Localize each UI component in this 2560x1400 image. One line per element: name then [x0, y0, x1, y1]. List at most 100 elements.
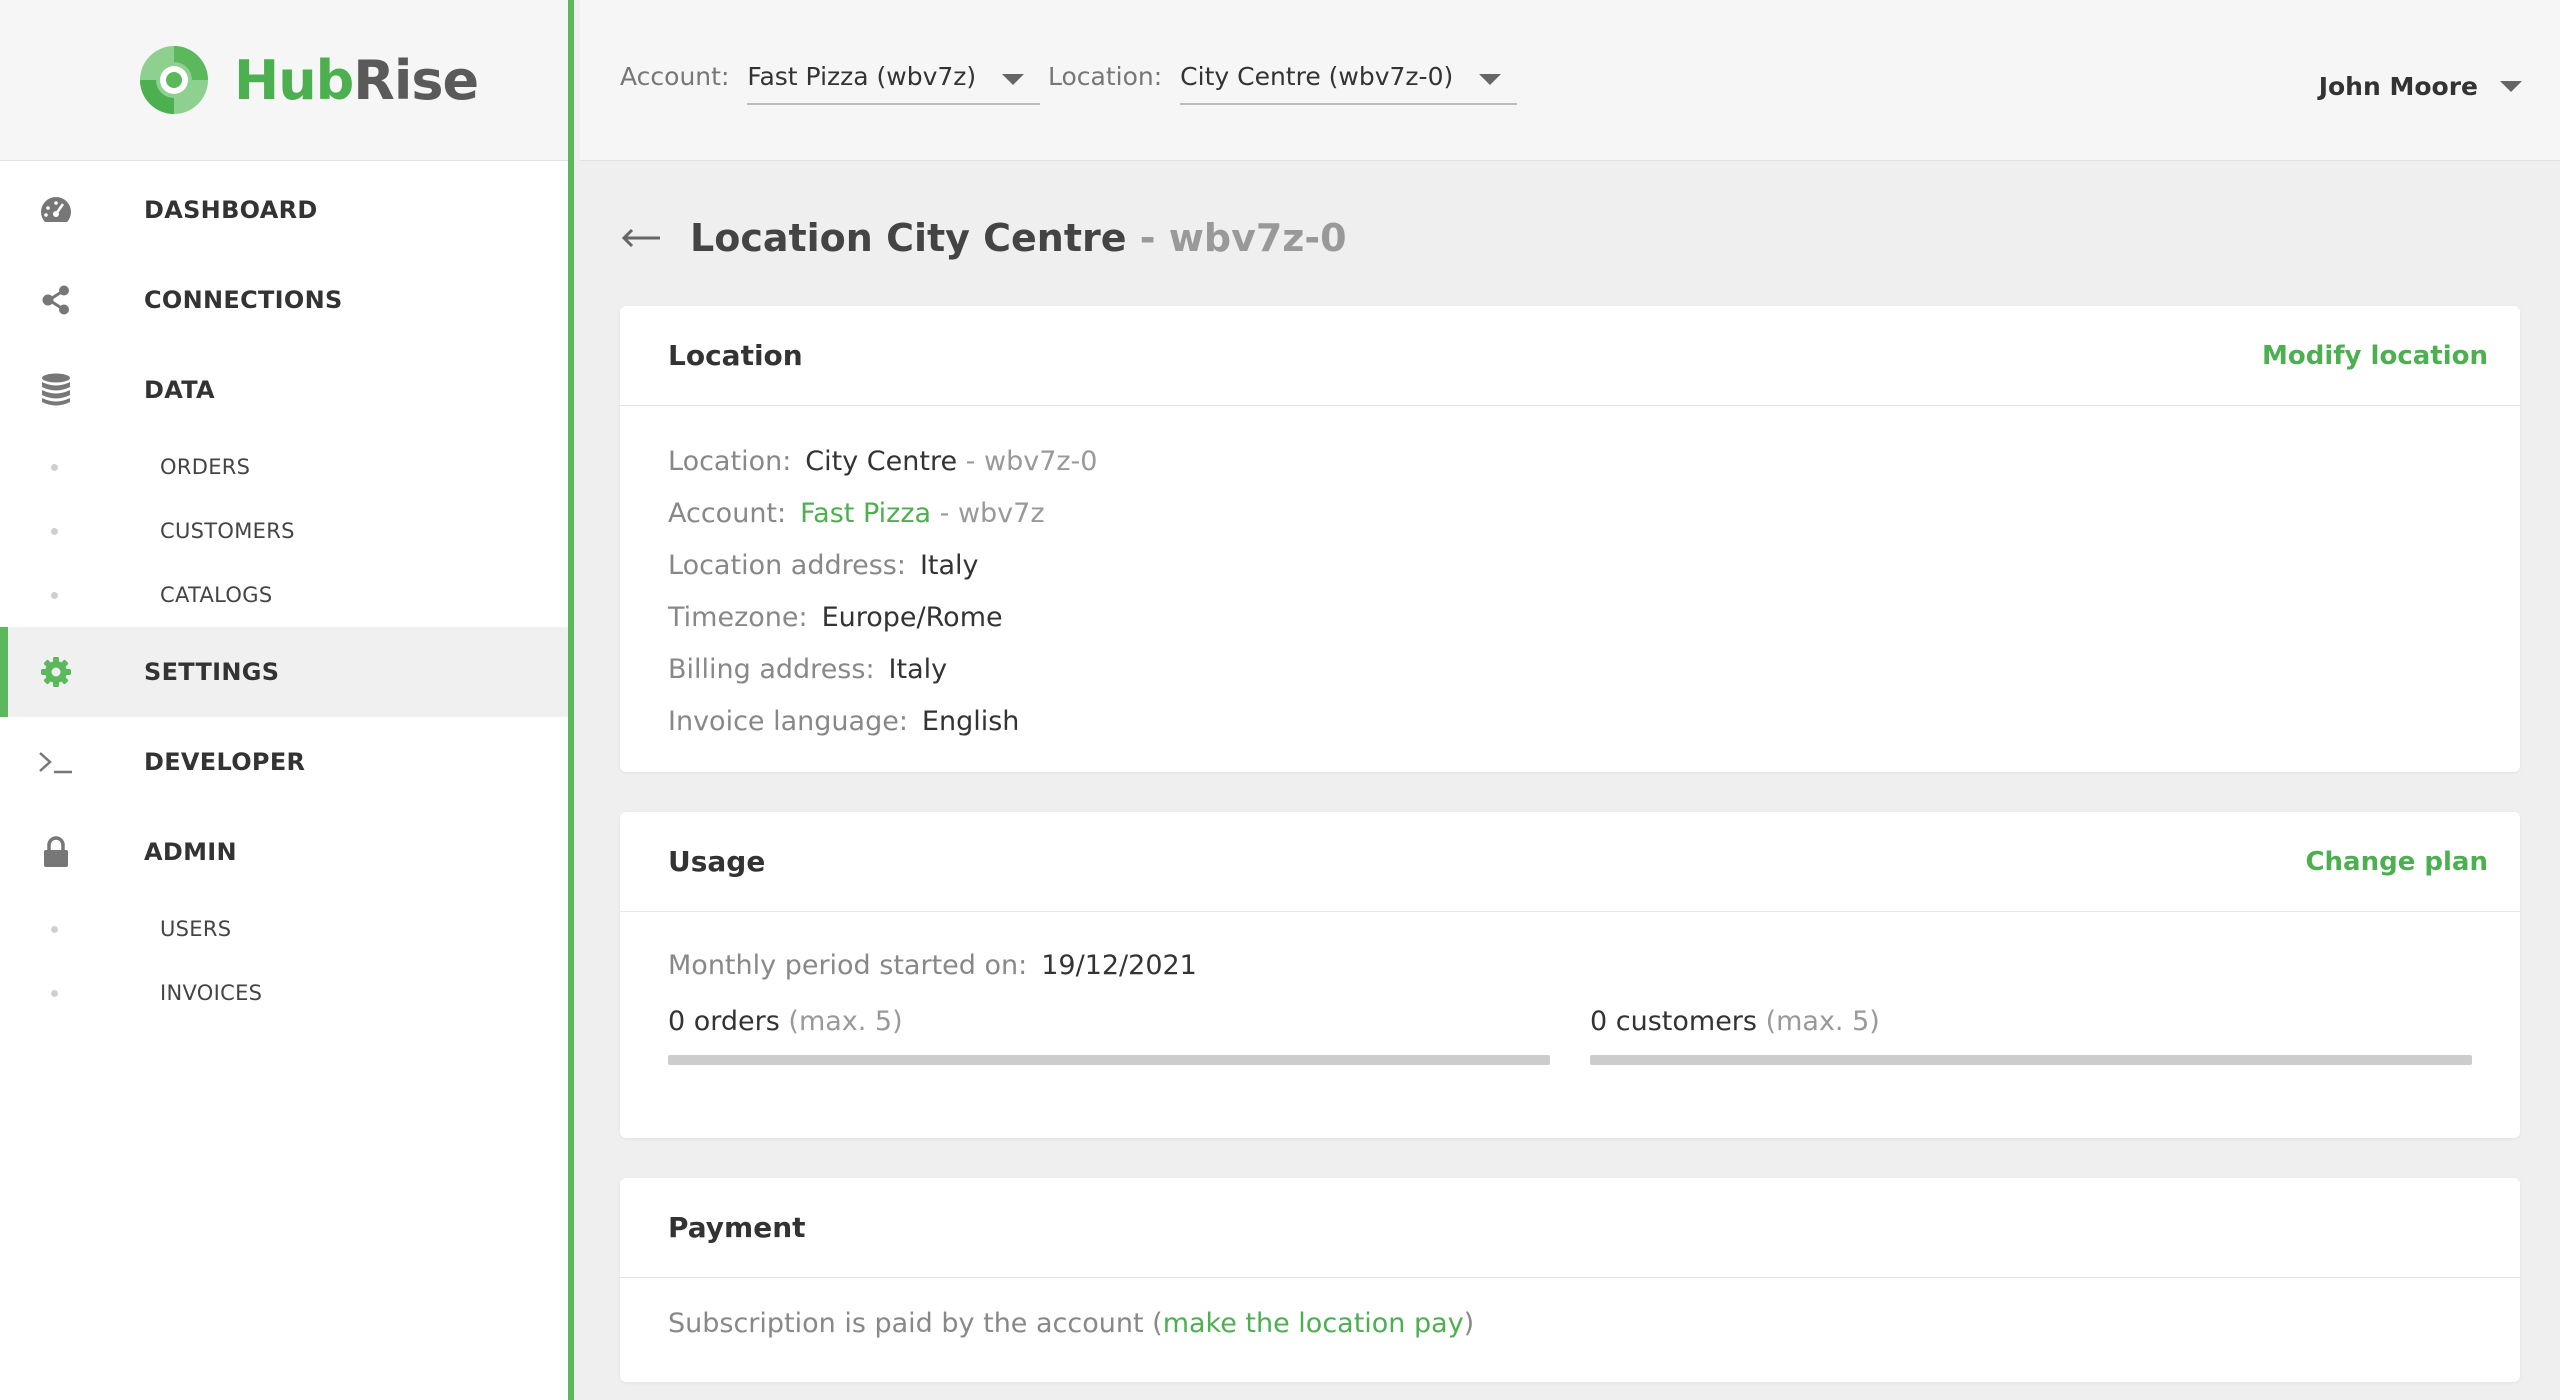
- brand-name: HubRise: [234, 48, 479, 112]
- hubrise-logo-icon: [140, 46, 208, 114]
- field-key: Location:: [668, 446, 792, 477]
- field-suffix: - wbv7z-0: [957, 446, 1098, 477]
- account-link[interactable]: Fast Pizza: [800, 498, 931, 529]
- sidebar-subitem-users[interactable]: USERS: [0, 897, 568, 961]
- location-card-title: Location: [668, 339, 803, 372]
- field-suffix: - wbv7z: [931, 498, 1045, 529]
- sidebar-subitem-label: INVOICES: [160, 981, 263, 1005]
- period-row: Monthly period started on: 19/12/2021: [668, 940, 2472, 992]
- orders-usage-label: 0 orders (max. 5): [668, 1006, 1550, 1037]
- location-value: City Centre (wbv7z-0): [1180, 62, 1454, 91]
- location-card-header: Location Modify location: [620, 306, 2520, 406]
- sidebar-item-label: DATA: [144, 376, 215, 404]
- bullet-dot: [51, 925, 58, 933]
- orders-usage: 0 orders (max. 5): [668, 1006, 1550, 1065]
- usage-card-body: Monthly period started on: 19/12/2021 0 o…: [620, 912, 2520, 1097]
- payment-card-body: Subscription is paid by the account (mak…: [620, 1278, 2520, 1371]
- field-key: Billing address:: [668, 654, 875, 685]
- location-card: Location Modify location Location: City C…: [620, 306, 2520, 772]
- modify-location-link[interactable]: Modify location: [2262, 341, 2488, 371]
- field-value: City Centre: [805, 446, 958, 477]
- sidebar-subitem-orders[interactable]: ORDERS: [0, 435, 568, 499]
- terminal-prompt-icon: [38, 744, 74, 780]
- customers-count: 0 customers: [1590, 1006, 1757, 1037]
- usage-card-title: Usage: [668, 845, 766, 878]
- page-title: Location City Centre - wbv7z-0: [690, 216, 1347, 260]
- usage-meters: 0 orders (max. 5) 0 customers (max. 5): [668, 1006, 2472, 1065]
- make-location-pay-link[interactable]: make the location pay: [1163, 1308, 1464, 1339]
- change-plan-link[interactable]: Change plan: [2305, 847, 2488, 877]
- field-key: Timezone:: [668, 602, 808, 633]
- user-menu[interactable]: John Moore: [2319, 72, 2522, 101]
- chevron-down-icon: [1479, 74, 1502, 85]
- sidebar-nav: DASHBOARD CONNECTIONS DATA ORDERS CUSTOM…: [0, 161, 568, 1025]
- usage-card-header: Usage Change plan: [620, 812, 2520, 912]
- brand-logo[interactable]: HubRise: [0, 0, 568, 161]
- share-nodes-icon: [38, 282, 74, 318]
- bullet-dot: [51, 989, 58, 997]
- field-value: Italy: [919, 550, 979, 581]
- account-row: Account: Fast Pizza - wbv7z: [668, 488, 2472, 540]
- sidebar-item-dashboard[interactable]: DASHBOARD: [0, 165, 568, 255]
- sidebar-subitem-label: ORDERS: [160, 455, 251, 479]
- orders-count: 0 orders: [668, 1006, 780, 1037]
- payment-card-title: Payment: [668, 1211, 806, 1244]
- sidebar-item-label: CONNECTIONS: [144, 286, 343, 314]
- bullet-dot: [51, 527, 58, 535]
- field-key: Location address:: [668, 550, 906, 581]
- top-bar: Account: Fast Pizza (wbv7z) Location: Ci…: [580, 0, 2560, 161]
- page-title-suffix: - wbv7z-0: [1126, 216, 1347, 260]
- sidebar-item-data[interactable]: DATA: [0, 345, 568, 435]
- sidebar: HubRise DASHBOARD CONNECTIONS DATA ORDER…: [0, 0, 574, 1400]
- field-key: Account:: [668, 498, 787, 529]
- usage-card: Usage Change plan Monthly period started…: [620, 812, 2520, 1138]
- sidebar-item-label: ADMIN: [144, 838, 237, 866]
- location-card-body: Location: City Centre - wbv7z-0 Account: F…: [620, 406, 2520, 780]
- field-value: Italy: [888, 654, 948, 685]
- billing-row: Billing address: Italy: [668, 644, 2472, 696]
- sidebar-subitem-catalogs[interactable]: CATALOGS: [0, 563, 568, 627]
- sidebar-subitem-label: USERS: [160, 917, 232, 941]
- sidebar-item-settings[interactable]: SETTINGS: [0, 627, 568, 717]
- sidebar-item-label: DASHBOARD: [144, 196, 318, 224]
- payment-text: Subscription is paid by the account (mak…: [668, 1308, 2472, 1339]
- page-header: Location City Centre - wbv7z-0: [620, 216, 1347, 260]
- orders-max: (max. 5): [779, 1006, 903, 1037]
- language-row: Invoice language: English: [668, 696, 2472, 748]
- sidebar-subitem-label: CATALOGS: [160, 583, 273, 607]
- customers-progress-bar: [1590, 1055, 2472, 1065]
- account-value: Fast Pizza (wbv7z): [747, 62, 977, 91]
- sidebar-item-label: DEVELOPER: [144, 748, 306, 776]
- sidebar-item-admin[interactable]: ADMIN: [0, 807, 568, 897]
- location-row: Location: City Centre - wbv7z-0: [668, 436, 2472, 488]
- gear-icon: [38, 654, 74, 690]
- bullet-dot: [51, 591, 58, 599]
- app-root: HubRise DASHBOARD CONNECTIONS DATA ORDER…: [0, 0, 2560, 1400]
- timezone-row: Timezone: Europe/Rome: [668, 592, 2472, 644]
- database-icon: [38, 372, 74, 408]
- field-key: Invoice language:: [668, 706, 908, 737]
- customers-usage-label: 0 customers (max. 5): [1590, 1006, 2472, 1037]
- account-dropdown[interactable]: Fast Pizza (wbv7z): [747, 62, 1041, 105]
- chevron-down-icon: [1002, 74, 1025, 85]
- location-dropdown[interactable]: City Centre (wbv7z-0): [1180, 62, 1518, 105]
- payment-text-after: ): [1463, 1308, 1475, 1339]
- field-key: Monthly period started on:: [668, 950, 1028, 981]
- payment-text-before: Subscription is paid by the account (: [668, 1308, 1163, 1339]
- back-arrow-icon[interactable]: [620, 226, 662, 250]
- dashboard-gauge-icon: [38, 192, 74, 228]
- account-label: Account:: [620, 62, 730, 91]
- payment-card: Payment Subscription is paid by the acco…: [620, 1178, 2520, 1382]
- sidebar-subitem-invoices[interactable]: INVOICES: [0, 961, 568, 1025]
- customers-usage: 0 customers (max. 5): [1590, 1006, 2472, 1065]
- brand-name-rise: Rise: [353, 48, 479, 112]
- bullet-dot: [51, 463, 58, 471]
- chevron-down-icon: [2500, 81, 2522, 92]
- sidebar-item-developer[interactable]: DEVELOPER: [0, 717, 568, 807]
- field-value: Europe/Rome: [821, 602, 1003, 633]
- account-selector: Account: Fast Pizza (wbv7z): [620, 62, 1041, 105]
- sidebar-subitem-customers[interactable]: CUSTOMERS: [0, 499, 568, 563]
- payment-card-header: Payment: [620, 1178, 2520, 1278]
- sidebar-item-connections[interactable]: CONNECTIONS: [0, 255, 568, 345]
- orders-progress-bar: [668, 1055, 1550, 1065]
